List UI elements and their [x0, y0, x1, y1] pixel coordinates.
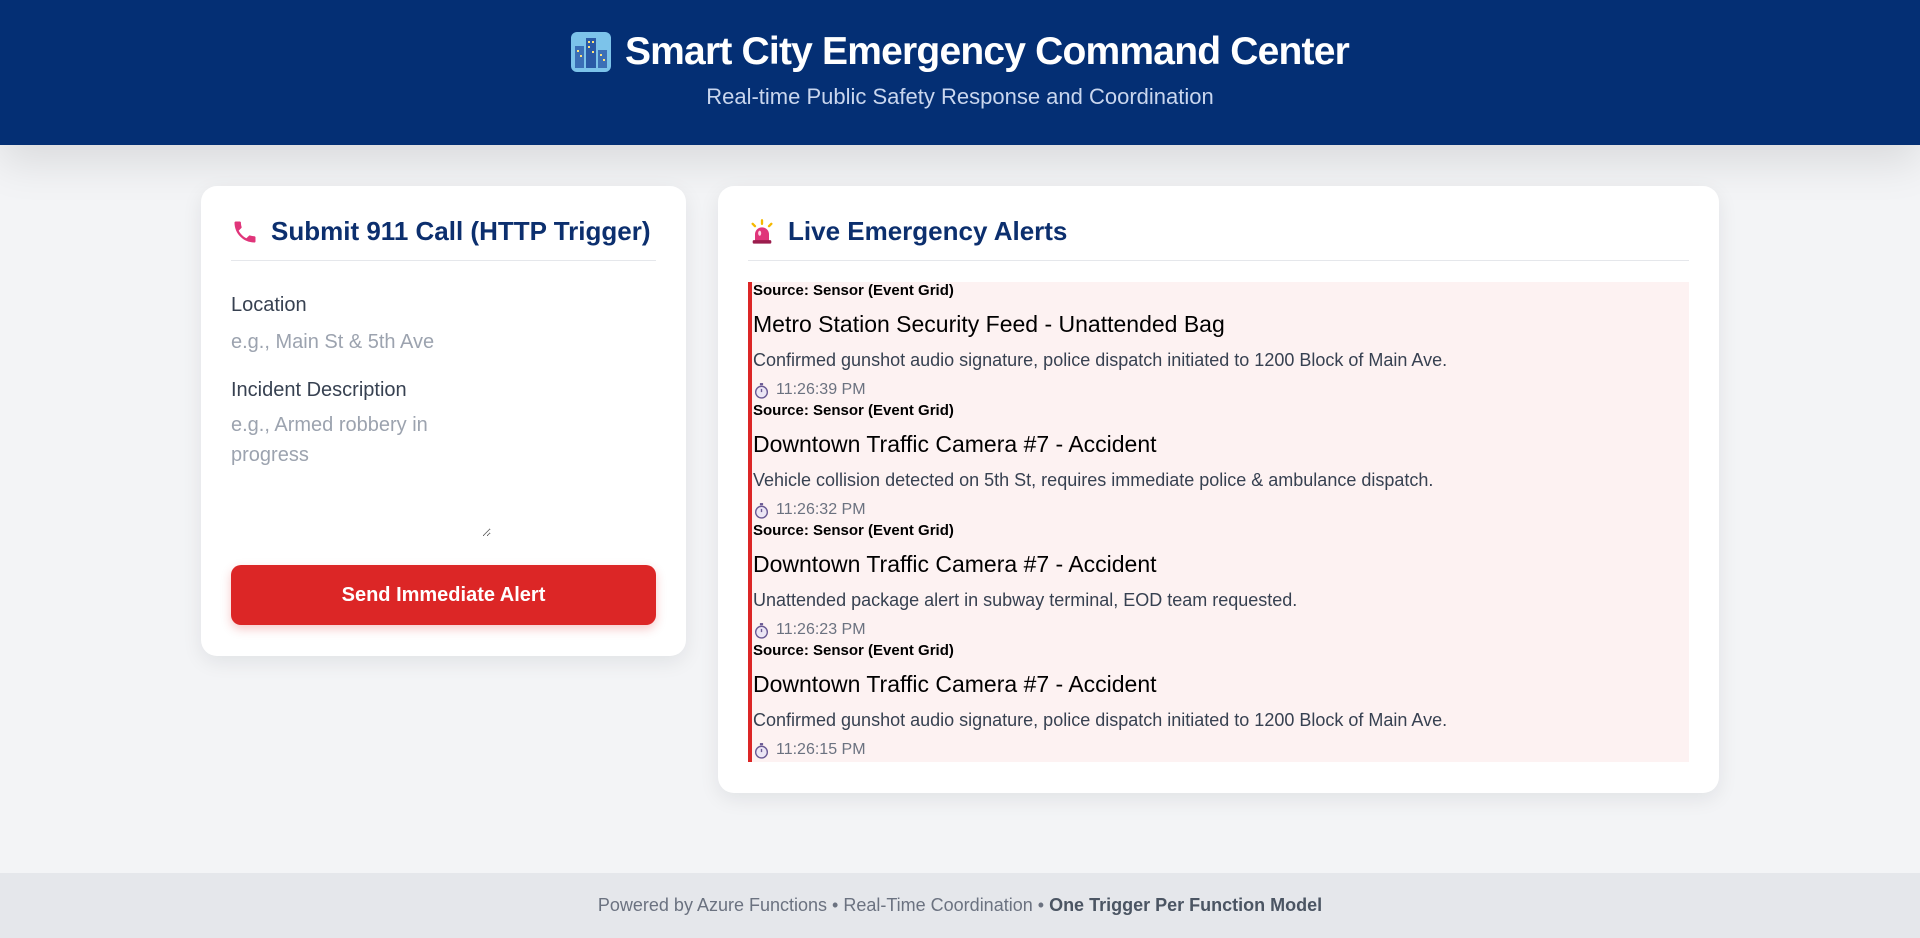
send-alert-button[interactable]: Send Immediate Alert	[231, 565, 656, 625]
alert-time: 11:26:39 PM	[753, 380, 866, 400]
alert-item: Source: Sensor (Event Grid) Downtown Tra…	[752, 522, 1689, 642]
city-icon	[570, 32, 611, 72]
live-alerts-panel: Live Emergency Alerts Source: Sensor (Ev…	[718, 186, 1719, 793]
phone-icon	[234, 221, 256, 243]
alert-item: Source: Sensor (Event Grid) Downtown Tra…	[752, 642, 1689, 762]
stopwatch-icon	[754, 502, 769, 519]
alert-source: Source: Sensor (Event Grid)	[753, 522, 954, 539]
alerts-list: Source: Sensor (Event Grid) Metro Statio…	[748, 282, 1689, 762]
stopwatch-icon	[754, 622, 769, 639]
alerts-panel-title-text: Live Emergency Alerts	[788, 216, 1068, 246]
alert-time-text: 11:26:39 PM	[776, 381, 866, 398]
title-row: Smart City Emergency Command Center	[0, 30, 1920, 74]
alert-item: Source: Sensor (Event Grid) Metro Statio…	[752, 282, 1689, 402]
alert-description: Confirmed gunshot audio signature, polic…	[753, 350, 1448, 370]
alert-time: 11:26:15 PM	[753, 740, 866, 760]
alert-title: Metro Station Security Feed - Unattended…	[753, 311, 1225, 337]
alerts-panel-title: Live Emergency Alerts	[748, 216, 1689, 261]
page-title: Smart City Emergency Command Center	[624, 30, 1350, 73]
alert-description: Vehicle collision detected on 5th St, re…	[753, 470, 1434, 490]
alert-title: Downtown Traffic Camera #7 - Accident	[753, 671, 1157, 697]
stopwatch-icon	[754, 382, 769, 399]
alert-title: Downtown Traffic Camera #7 - Accident	[753, 551, 1157, 577]
alert-source: Source: Sensor (Event Grid)	[753, 642, 954, 659]
page-header: Smart City Emergency Command Center Real…	[0, 0, 1920, 145]
incident-description-textarea[interactable]	[231, 410, 491, 537]
footer-bold-text: One Trigger Per Function Model	[1049, 895, 1323, 915]
page-subtitle: Real-time Public Safety Response and Coo…	[706, 84, 1214, 109]
siren-icon	[751, 219, 773, 244]
description-label: Incident Description	[231, 379, 407, 401]
location-label: Location	[231, 294, 307, 316]
alert-time: 11:26:32 PM	[753, 500, 866, 520]
alert-item: Source: Sensor (Event Grid) Downtown Tra…	[752, 402, 1689, 522]
alert-source: Source: Sensor (Event Grid)	[753, 282, 954, 299]
location-input[interactable]	[231, 328, 491, 356]
alert-description: Unattended package alert in subway termi…	[753, 590, 1298, 610]
submit-panel-title: Submit 911 Call (HTTP Trigger)	[231, 216, 656, 261]
alert-description: Confirmed gunshot audio signature, polic…	[753, 710, 1448, 730]
stopwatch-icon	[754, 742, 769, 759]
footer-text: Powered by Azure Functions • Real-Time C…	[597, 895, 1045, 915]
alert-time-text: 11:26:15 PM	[776, 741, 866, 758]
page-footer: Powered by Azure Functions • Real-Time C…	[0, 873, 1920, 938]
alert-time-text: 11:26:23 PM	[776, 621, 866, 638]
submit-call-panel: Submit 911 Call (HTTP Trigger) Location …	[201, 186, 686, 656]
alert-time: 11:26:23 PM	[753, 620, 866, 640]
alert-time-text: 11:26:32 PM	[776, 501, 866, 518]
alert-title: Downtown Traffic Camera #7 - Accident	[753, 431, 1157, 457]
alert-source: Source: Sensor (Event Grid)	[753, 402, 954, 419]
submit-panel-title-text: Submit 911 Call (HTTP Trigger)	[271, 216, 651, 246]
